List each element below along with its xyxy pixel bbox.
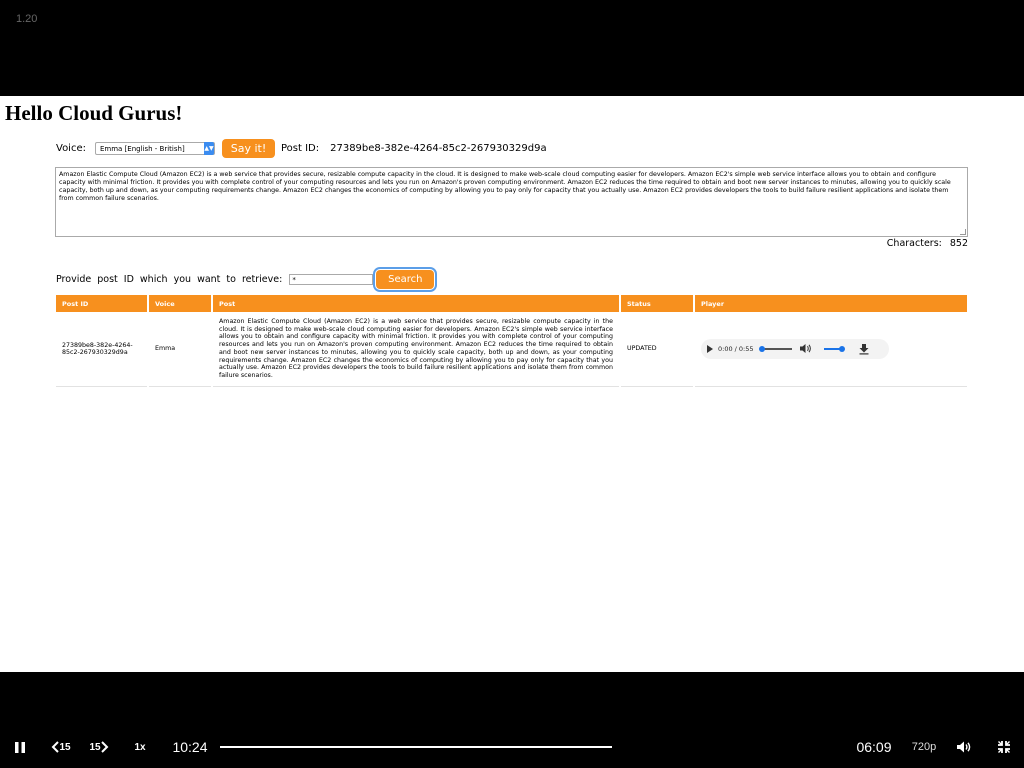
cell-post: Amazon Elastic Compute Cloud (Amazon EC2… — [212, 312, 621, 387]
header-post: Post — [212, 295, 621, 312]
retrieve-post-id-input[interactable]: * — [289, 273, 374, 285]
video-frame: Hello Cloud Gurus! Voice: Emma [English … — [0, 96, 1024, 672]
voice-label: Voice: — [56, 142, 86, 154]
cell-voice: Emma — [148, 312, 213, 387]
audio-time: 0:00 / 0:55 — [718, 344, 754, 353]
character-count: Characters: 852 — [887, 238, 968, 249]
audio-volume-slider[interactable] — [823, 345, 845, 352]
posts-table: Post ID Voice Post Status Player 27389be… — [56, 295, 969, 387]
header-voice: Voice — [148, 295, 213, 312]
voice-row: Voice: Emma [English - British] ▲▼ Say i… — [56, 138, 547, 158]
page-title: Hello Cloud Gurus! — [5, 101, 183, 125]
pause-button[interactable] — [10, 730, 30, 764]
header-player: Player — [694, 295, 969, 312]
header-status: Status — [620, 295, 695, 312]
audio-player[interactable]: 0:00 / 0:55 — [701, 338, 889, 359]
characters-value: 852 — [949, 238, 968, 249]
retrieve-row: Provide post ID which you want to retrie… — [56, 266, 438, 292]
rewind-15-label: 15 — [59, 741, 71, 753]
download-icon[interactable] — [858, 343, 870, 355]
exit-fullscreen-button[interactable] — [994, 730, 1014, 764]
audio-volume-knob[interactable] — [838, 345, 845, 352]
search-button[interactable]: Search — [373, 266, 438, 292]
forward-15-label: 15 — [89, 741, 101, 753]
exit-fullscreen-icon — [998, 741, 1010, 753]
remaining-time: 06:09 — [850, 730, 898, 764]
header-post-id: Post ID — [56, 295, 149, 312]
retrieve-label: Provide post ID which you want to retrie… — [56, 273, 283, 285]
seek-bar[interactable] — [220, 746, 612, 748]
audio-progress-knob[interactable] — [758, 345, 765, 352]
volume-icon — [957, 741, 971, 753]
post-textarea[interactable]: Amazon Elastic Compute Cloud (Amazon EC2… — [55, 167, 968, 237]
forward-15-icon — [100, 741, 108, 753]
table-header-row: Post ID Voice Post Status Player — [56, 295, 969, 312]
speaker-icon[interactable] — [799, 343, 812, 354]
pause-icon — [15, 741, 25, 753]
audio-progress-slider[interactable] — [758, 345, 792, 352]
quality-label: 720p — [911, 741, 937, 753]
voice-select[interactable]: Emma [English - British] ▲▼ — [94, 141, 215, 155]
playback-rate-button[interactable]: 1x — [128, 730, 152, 764]
voice-select-value: Emma [English - British] — [99, 144, 185, 153]
characters-label: Characters: — [886, 238, 942, 249]
volume-button[interactable] — [954, 730, 974, 764]
select-arrows-icon: ▲▼ — [203, 141, 214, 155]
table-row: 27389be8-382e-4264-85c2-267930329d9a Emm… — [56, 312, 969, 387]
play-icon[interactable] — [707, 344, 713, 353]
cell-status: UPDATED — [620, 312, 695, 387]
forward-15-button[interactable]: 15 — [86, 730, 112, 764]
post-textarea-text: Amazon Elastic Compute Cloud (Amazon EC2… — [59, 171, 951, 202]
cell-post-id: 27389be8-382e-4264-85c2-267930329d9a — [56, 312, 149, 387]
rewind-15-icon — [52, 741, 60, 753]
current-time-text: 10:24 — [172, 739, 208, 755]
current-time: 10:24 — [166, 730, 214, 764]
quality-button[interactable]: 720p — [906, 730, 942, 764]
player-controls: 15 15 1x 10:24 06:09 720p — [0, 730, 1024, 764]
playback-rate-label: 1x — [134, 741, 146, 753]
resize-grip-icon[interactable] — [960, 229, 966, 235]
video-player[interactable]: 1.20 Hello Cloud Gurus! Voice: Emma [Eng… — [0, 0, 1024, 768]
post-id-value: 27389be8-382e-4264-85c2-267930329d9a — [330, 142, 547, 154]
post-id-label: Post ID: — [280, 142, 320, 154]
speed-overlay: 1.20 — [16, 13, 38, 25]
say-it-button[interactable]: Say it! — [221, 138, 275, 158]
cell-player: 0:00 / 0:55 — [694, 312, 969, 387]
remaining-time-text: 06:09 — [856, 739, 892, 755]
rewind-15-button[interactable]: 15 — [48, 730, 74, 764]
